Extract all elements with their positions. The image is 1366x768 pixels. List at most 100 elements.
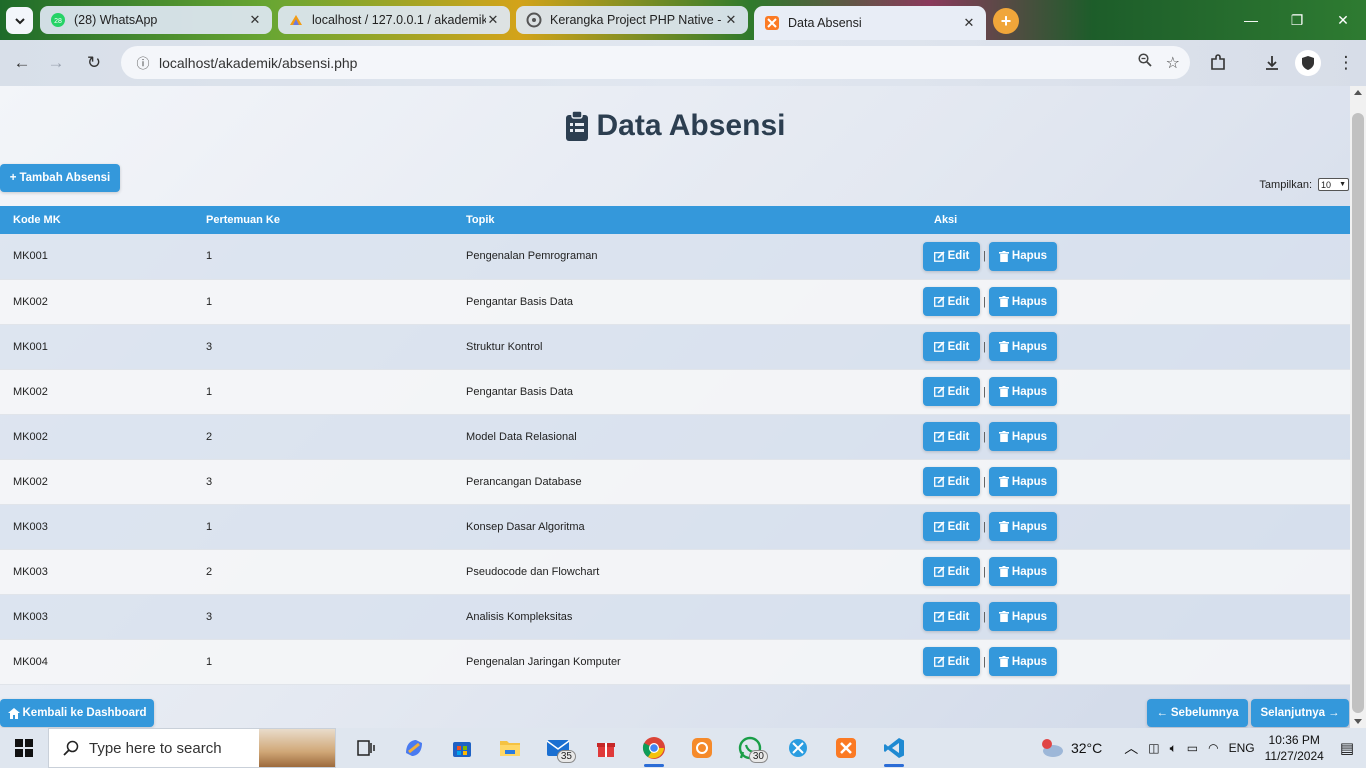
weather-temp: 32°C [1070, 740, 1103, 756]
next-page-button[interactable]: Selanjutnya → [1251, 699, 1349, 727]
scroll-up-icon[interactable] [1354, 90, 1362, 95]
forward-nav-button[interactable]: → [43, 50, 69, 76]
address-bar[interactable]: ⓘ localhost/akademik/absensi.php ☆ [121, 46, 1190, 79]
snipping-tool-button[interactable] [774, 728, 822, 768]
cell-topik: Pseudocode dan Flowchart [466, 565, 600, 578]
scrollbar-thumb[interactable] [1352, 113, 1364, 713]
copilot-button[interactable] [390, 728, 438, 768]
language-indicator[interactable]: ENG [1229, 741, 1255, 755]
clock[interactable]: 10:36 PM 11/27/2024 [1265, 732, 1324, 764]
weather-widget[interactable]: 32°C [1039, 738, 1102, 758]
mail-badge: 35 [556, 750, 576, 763]
back-nav-button[interactable]: ← [9, 50, 35, 76]
delete-button[interactable]: Hapus [989, 332, 1057, 361]
cell-topik: Model Data Relasional [466, 430, 577, 443]
start-button[interactable] [0, 728, 48, 768]
edit-button[interactable]: Edit [923, 512, 980, 541]
close-icon[interactable]: ✕ [724, 12, 738, 28]
edit-button[interactable]: Edit [923, 241, 980, 271]
action-separator: | [983, 565, 986, 578]
action-separator: | [983, 610, 986, 623]
close-window-button[interactable]: ✕ [1320, 0, 1366, 40]
browser-menu-button[interactable]: ⋮ [1333, 50, 1359, 76]
edit-button[interactable]: Edit [923, 377, 980, 406]
cell-aksi: Edit | Hapus [921, 234, 1350, 279]
delete-label: Hapus [1011, 340, 1048, 353]
tab-chatgpt[interactable]: Kerangka Project PHP Native - ✕ [516, 6, 748, 34]
site-info-icon[interactable]: ⓘ [127, 53, 159, 72]
new-tab-button[interactable]: + [993, 8, 1019, 34]
photo-app-button[interactable] [678, 728, 726, 768]
edit-button[interactable]: Edit [923, 332, 980, 361]
task-view-button[interactable] [342, 728, 390, 768]
edit-button[interactable]: Edit [923, 287, 980, 316]
delete-button[interactable]: Hapus [989, 647, 1057, 676]
delete-button[interactable]: Hapus [989, 377, 1057, 406]
add-absensi-button[interactable]: + Tambah Absensi [0, 164, 120, 192]
scroll-down-icon[interactable] [1354, 719, 1362, 724]
close-icon[interactable]: ✕ [962, 15, 976, 31]
edit-button[interactable]: Edit [923, 467, 980, 496]
meet-now-icon[interactable]: ◫ [1148, 741, 1159, 755]
cell-topik: Konsep Dasar Algoritma [466, 520, 585, 533]
minimize-button[interactable]: — [1228, 0, 1274, 40]
chrome-icon [642, 737, 665, 759]
edit-label: Edit [947, 430, 970, 443]
edit-button[interactable]: Edit [923, 602, 980, 631]
cell-pertemuan: 1 [206, 250, 213, 263]
edit-button[interactable]: Edit [923, 647, 980, 676]
delete-button[interactable]: Hapus [989, 467, 1057, 496]
whatsapp-taskbar-button[interactable]: 30 [726, 728, 774, 768]
wifi-icon[interactable]: ◠ [1208, 741, 1218, 755]
tab-search-button[interactable] [6, 7, 33, 34]
search-highlight-image [259, 729, 335, 767]
reload-button[interactable]: ↻ [81, 50, 107, 76]
xampp-button[interactable] [822, 728, 870, 768]
tab-data-absensi[interactable]: Data Absensi ✕ [754, 6, 986, 40]
chrome-button[interactable] [630, 728, 678, 768]
page-scrollbar[interactable] [1350, 86, 1366, 728]
back-to-dashboard-button[interactable]: Kembali ke Dashboard [0, 699, 154, 727]
delete-button[interactable]: Hapus [989, 422, 1057, 451]
page-viewport: Data Absensi + Tambah Absensi Tampilkan:… [0, 86, 1350, 728]
extensions-button[interactable] [1205, 50, 1231, 76]
edit-button[interactable]: Edit [923, 422, 980, 451]
tab-whatsapp[interactable]: 28 (28) WhatsApp ✕ [40, 6, 272, 34]
delete-button[interactable]: Hapus [989, 602, 1057, 631]
url-text[interactable]: localhost/akademik/absensi.php [159, 55, 357, 71]
battery-icon[interactable]: ▭ [1187, 741, 1198, 755]
trash-icon [998, 250, 1009, 262]
notification-icon[interactable]: ▤ [1340, 739, 1354, 757]
cell-topik: Struktur Kontrol [466, 340, 543, 353]
edit-label: Edit [947, 340, 970, 353]
mail-button[interactable]: 35 [534, 728, 582, 768]
maximize-button[interactable]: ❐ [1274, 0, 1320, 40]
taskbar-search[interactable]: Type here to search [48, 728, 336, 768]
absensi-table: Kode MK Pertemuan Ke Topik Aksi MK001 1 Pe… [0, 206, 1350, 685]
column-header-topik: Topik [466, 214, 495, 226]
file-explorer-button[interactable] [486, 728, 534, 768]
page-size-select[interactable]: 10 ▼ [1318, 178, 1349, 191]
edit-icon [933, 611, 945, 622]
downloads-button[interactable] [1259, 50, 1285, 76]
edit-button[interactable]: Edit [923, 557, 980, 586]
close-icon[interactable]: ✕ [248, 12, 262, 28]
edit-label: Edit [947, 565, 970, 578]
gift-app-button[interactable] [582, 728, 630, 768]
delete-button[interactable]: Hapus [989, 241, 1057, 271]
store-button[interactable] [438, 728, 486, 768]
chevron-up-icon[interactable]: ︿ [1124, 738, 1138, 758]
previous-page-button[interactable]: ← Sebelumnya [1147, 699, 1248, 727]
vscode-button[interactable] [870, 728, 918, 768]
zoom-icon[interactable] [1138, 53, 1152, 72]
close-icon[interactable]: ✕ [486, 12, 500, 28]
bookmark-star-icon[interactable]: ☆ [1166, 53, 1180, 73]
delete-button[interactable]: Hapus [989, 557, 1057, 586]
volume-icon[interactable]: 🔈︎ [1170, 741, 1177, 756]
cell-kode-mk: MK004 [13, 655, 48, 668]
profile-button[interactable] [1295, 50, 1321, 76]
close-icon: ✕ [1337, 11, 1349, 28]
delete-button[interactable]: Hapus [989, 287, 1057, 316]
delete-button[interactable]: Hapus [989, 512, 1057, 541]
tab-phpmyadmin[interactable]: localhost / 127.0.0.1 / akademik ✕ [278, 6, 510, 34]
